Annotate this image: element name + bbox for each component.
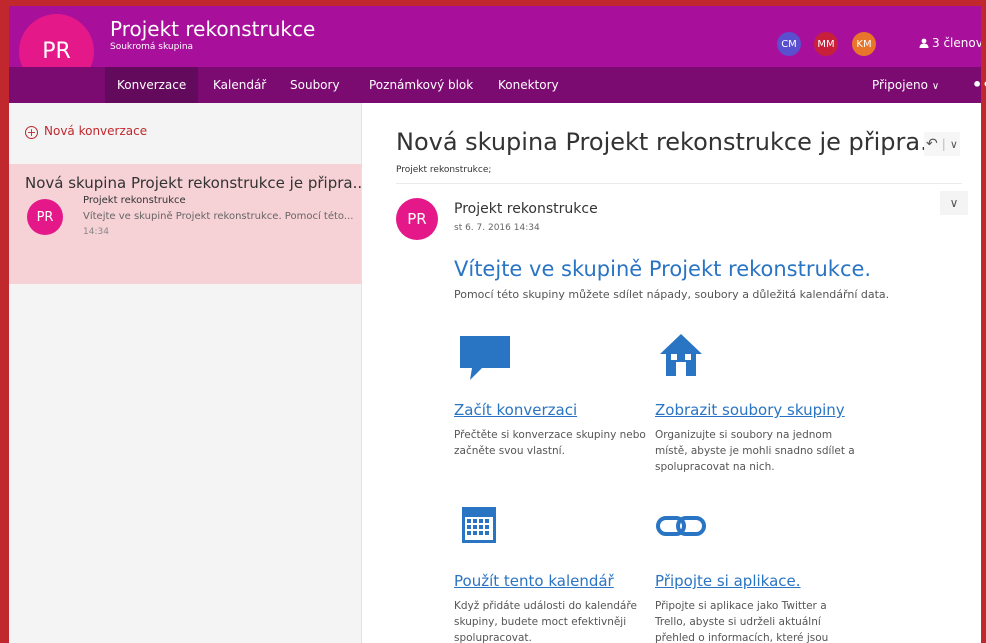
avatar: PR bbox=[27, 199, 63, 235]
use-calendar-description: Když přidáte události do kalendáře skupi… bbox=[454, 600, 637, 643]
tab-soubory[interactable]: Soubory bbox=[290, 67, 340, 103]
chevron-down-icon: ∨ bbox=[931, 81, 940, 92]
tab-kalendar[interactable]: Kalendář bbox=[213, 67, 266, 103]
welcome-description: Pomocí této skupiny můžete sdílet nápady… bbox=[454, 288, 890, 301]
group-avatar[interactable]: PR bbox=[19, 14, 94, 67]
sender-avatar: PR bbox=[396, 198, 438, 240]
separator: | bbox=[941, 137, 946, 151]
chevron-down-icon[interactable]: ∨ bbox=[950, 138, 958, 151]
new-conversation-button[interactable]: + Nová konverzace bbox=[25, 124, 147, 139]
members-count-button[interactable]: 3 členové bbox=[919, 36, 981, 50]
message-recipients: Projekt rekonstrukce; bbox=[396, 165, 492, 175]
tab-konverzace[interactable]: Konverzace bbox=[105, 67, 199, 103]
expand-message-button[interactable]: ∨ bbox=[940, 191, 968, 215]
connect-apps-link[interactable]: Připojte si aplikace. bbox=[655, 572, 801, 590]
connected-dropdown[interactable]: Připojeno ∨ bbox=[872, 67, 939, 103]
member-initials: CM bbox=[781, 38, 797, 50]
tab-konektory[interactable]: Konektory bbox=[498, 67, 559, 103]
start-conversation-link[interactable]: Začít konverzaci bbox=[454, 401, 577, 419]
member-avatar-km[interactable]: KM bbox=[852, 32, 876, 56]
group-privacy-label: Soukromá skupina bbox=[110, 42, 194, 52]
house-icon bbox=[660, 334, 702, 376]
divider bbox=[396, 183, 962, 184]
reply-all-icon[interactable]: ↶ bbox=[926, 136, 938, 152]
plus-circle-icon: + bbox=[25, 126, 38, 139]
member-initials: KM bbox=[856, 38, 872, 50]
member-initials: MM bbox=[817, 38, 835, 50]
group-nav-bar: Konverzace Kalendář Soubory Poznámkový b… bbox=[9, 67, 986, 103]
person-icon bbox=[919, 38, 929, 48]
welcome-title: Vítejte ve skupině Projekt rekonstrukce. bbox=[454, 257, 872, 281]
sender-name[interactable]: Projekt rekonstrukce bbox=[454, 201, 598, 217]
conversation-preview: Vítejte ve skupině Projekt rekonstrukce.… bbox=[83, 211, 354, 222]
conversation-subject: Nová skupina Projekt rekonstrukce je při… bbox=[25, 174, 367, 192]
conversation-list-pane: + Nová konverzace Nová skupina Projekt re… bbox=[9, 103, 367, 643]
member-avatar-mm[interactable]: MM bbox=[814, 32, 838, 56]
conversation-time: 14:34 bbox=[83, 227, 109, 237]
view-group-files-description: Organizujte si soubory na jednom místě, … bbox=[655, 429, 855, 473]
reply-actions[interactable]: ↶ | ∨ bbox=[924, 132, 960, 156]
connect-apps-description: Připojte si aplikace jako Twitter a Trel… bbox=[655, 600, 829, 643]
reading-pane: Nová skupina Projekt rekonstrukce je při… bbox=[362, 103, 981, 643]
start-conversation-description: Přečtěte si konverzace skupiny nebo začn… bbox=[454, 429, 646, 457]
members-count-label: 3 členové bbox=[932, 36, 981, 50]
view-group-files-link[interactable]: Zobrazit soubory skupiny bbox=[655, 401, 845, 419]
member-avatar-cm[interactable]: CM bbox=[777, 32, 801, 56]
tab-poznamkovy-blok[interactable]: Poznámkový blok bbox=[369, 67, 473, 103]
group-title[interactable]: Projekt rekonstrukce bbox=[110, 18, 315, 40]
conversation-sender: Projekt rekonstrukce bbox=[83, 195, 186, 206]
group-header: PR Projekt rekonstrukce Soukromá skupina… bbox=[9, 6, 981, 67]
more-options-icon[interactable]: ••• bbox=[972, 67, 986, 103]
message-subject: Nová skupina Projekt rekonstrukce je při… bbox=[396, 128, 943, 156]
chevron-down-icon: ∨ bbox=[949, 196, 959, 210]
calendar-icon bbox=[462, 507, 496, 543]
connected-label: Připojeno bbox=[872, 78, 928, 92]
new-conversation-label: Nová konverzace bbox=[44, 124, 148, 138]
link-icon bbox=[656, 516, 706, 536]
conversation-list-item[interactable]: Nová skupina Projekt rekonstrukce je při… bbox=[9, 164, 367, 284]
message-date: st 6. 7. 2016 14:34 bbox=[454, 223, 540, 233]
chat-bubble-icon bbox=[460, 336, 510, 380]
window-frame-left bbox=[0, 0, 9, 643]
use-calendar-link[interactable]: Použít tento kalendář bbox=[454, 572, 614, 590]
